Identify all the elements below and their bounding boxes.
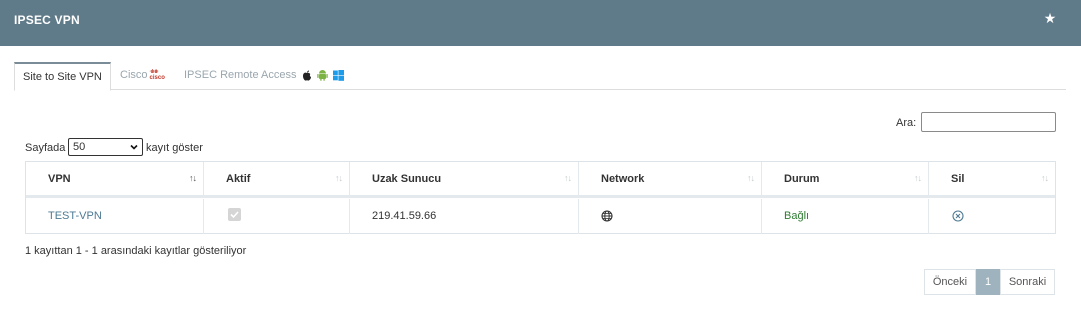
vpn-table: VPN ↑↓ Aktif ↑↓ Uzak Sunucu ↑↓ Network ↑…	[25, 161, 1056, 234]
status-badge: Bağlı	[784, 210, 810, 222]
table-header-row: VPN ↑↓ Aktif ↑↓ Uzak Sunucu ↑↓ Network ↑…	[26, 162, 1055, 198]
delete-icon[interactable]	[952, 210, 964, 222]
cell-aktif	[204, 199, 350, 234]
search-label: Ara:	[896, 117, 917, 129]
cisco-logo: ·ılı·ılı· cisco	[149, 69, 165, 82]
column-header-sil[interactable]: Sil ↑↓	[929, 162, 1055, 195]
active-checkbox[interactable]	[228, 208, 241, 221]
page-length-label: Sayfada	[25, 142, 66, 154]
previous-page-button[interactable]: Önceki	[924, 269, 976, 295]
sort-icon: ↑↓	[914, 173, 922, 183]
panel-title: IPSEC VPN	[14, 13, 80, 27]
tab-bar: Site to Site VPN Cisco ·ılı·ılı· cisco IPS…	[14, 62, 1066, 91]
remote-server-value: 219.41.59.66	[372, 210, 437, 222]
column-header-durum[interactable]: Durum ↑↓	[762, 162, 929, 195]
search-input[interactable]	[921, 112, 1056, 132]
chevron-down-icon	[130, 144, 138, 150]
sort-icon: ↑↓	[564, 173, 572, 183]
panel-header: IPSEC VPN ★	[0, 0, 1081, 46]
column-header-uzak-sunucu[interactable]: Uzak Sunucu ↑↓	[350, 162, 579, 195]
sort-icon: ↑↓	[335, 173, 343, 183]
page-length-suffix: kayıt göster	[146, 142, 203, 154]
windows-icon	[332, 69, 344, 81]
globe-icon[interactable]	[601, 210, 613, 222]
cell-durum: Bağlı	[762, 199, 929, 234]
cell-uzak-sunucu: 219.41.59.66	[350, 199, 579, 234]
sort-icon: ↑↓	[189, 173, 197, 183]
cell-network	[579, 199, 762, 234]
sort-icon: ↑↓	[747, 173, 755, 183]
page-length-select[interactable]: 50	[68, 138, 143, 156]
next-page-button[interactable]: Sonraki	[1000, 269, 1055, 295]
page-1-button[interactable]: 1	[976, 269, 1000, 295]
column-header-network[interactable]: Network ↑↓	[579, 162, 762, 195]
tab-label: Cisco	[120, 69, 148, 81]
tab-site-to-site-vpn[interactable]: Site to Site VPN	[14, 62, 111, 91]
cell-vpn: TEST-VPN	[26, 199, 204, 234]
apple-icon	[302, 70, 311, 81]
tab-ipsec-remote-access[interactable]: IPSEC Remote Access	[184, 62, 344, 90]
table-row: TEST-VPN 219.41.59.66 Bağlı	[26, 199, 1055, 234]
star-icon[interactable]: ★	[1041, 9, 1059, 27]
vpn-link[interactable]: TEST-VPN	[48, 210, 102, 222]
tab-cisco[interactable]: Cisco ·ılı·ılı· cisco	[120, 62, 165, 90]
tab-label: IPSEC Remote Access	[184, 69, 297, 81]
android-icon	[316, 70, 328, 81]
column-header-vpn[interactable]: VPN ↑↓	[26, 162, 204, 195]
cell-sil	[929, 199, 1055, 234]
column-header-aktif[interactable]: Aktif ↑↓	[204, 162, 350, 195]
sort-icon: ↑↓	[1041, 173, 1049, 183]
page-length-value: 50	[73, 141, 86, 153]
table-info: 1 kayıttan 1 - 1 arasındaki kayıtlar gös…	[25, 245, 247, 257]
tab-label: Site to Site VPN	[23, 71, 102, 83]
